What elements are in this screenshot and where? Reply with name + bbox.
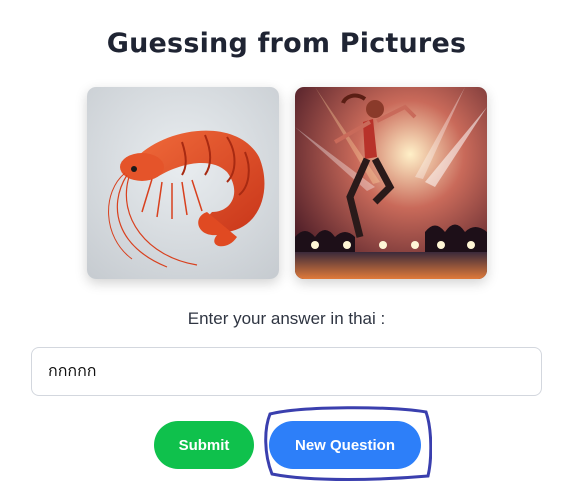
dancer-image xyxy=(295,87,487,279)
submit-button[interactable]: Submit xyxy=(154,421,254,469)
answer-prompt-label: Enter your answer in thai : xyxy=(187,309,386,328)
game-page: Guessing from Pictures Enter your answer… xyxy=(0,0,573,498)
new-question-button[interactable]: New Question xyxy=(269,421,421,469)
page-title: Guessing from Pictures xyxy=(106,28,467,59)
shrimp-image xyxy=(87,87,279,279)
answer-input[interactable] xyxy=(31,347,542,396)
picture-dancer xyxy=(295,87,487,279)
picture-shrimp xyxy=(87,87,279,279)
